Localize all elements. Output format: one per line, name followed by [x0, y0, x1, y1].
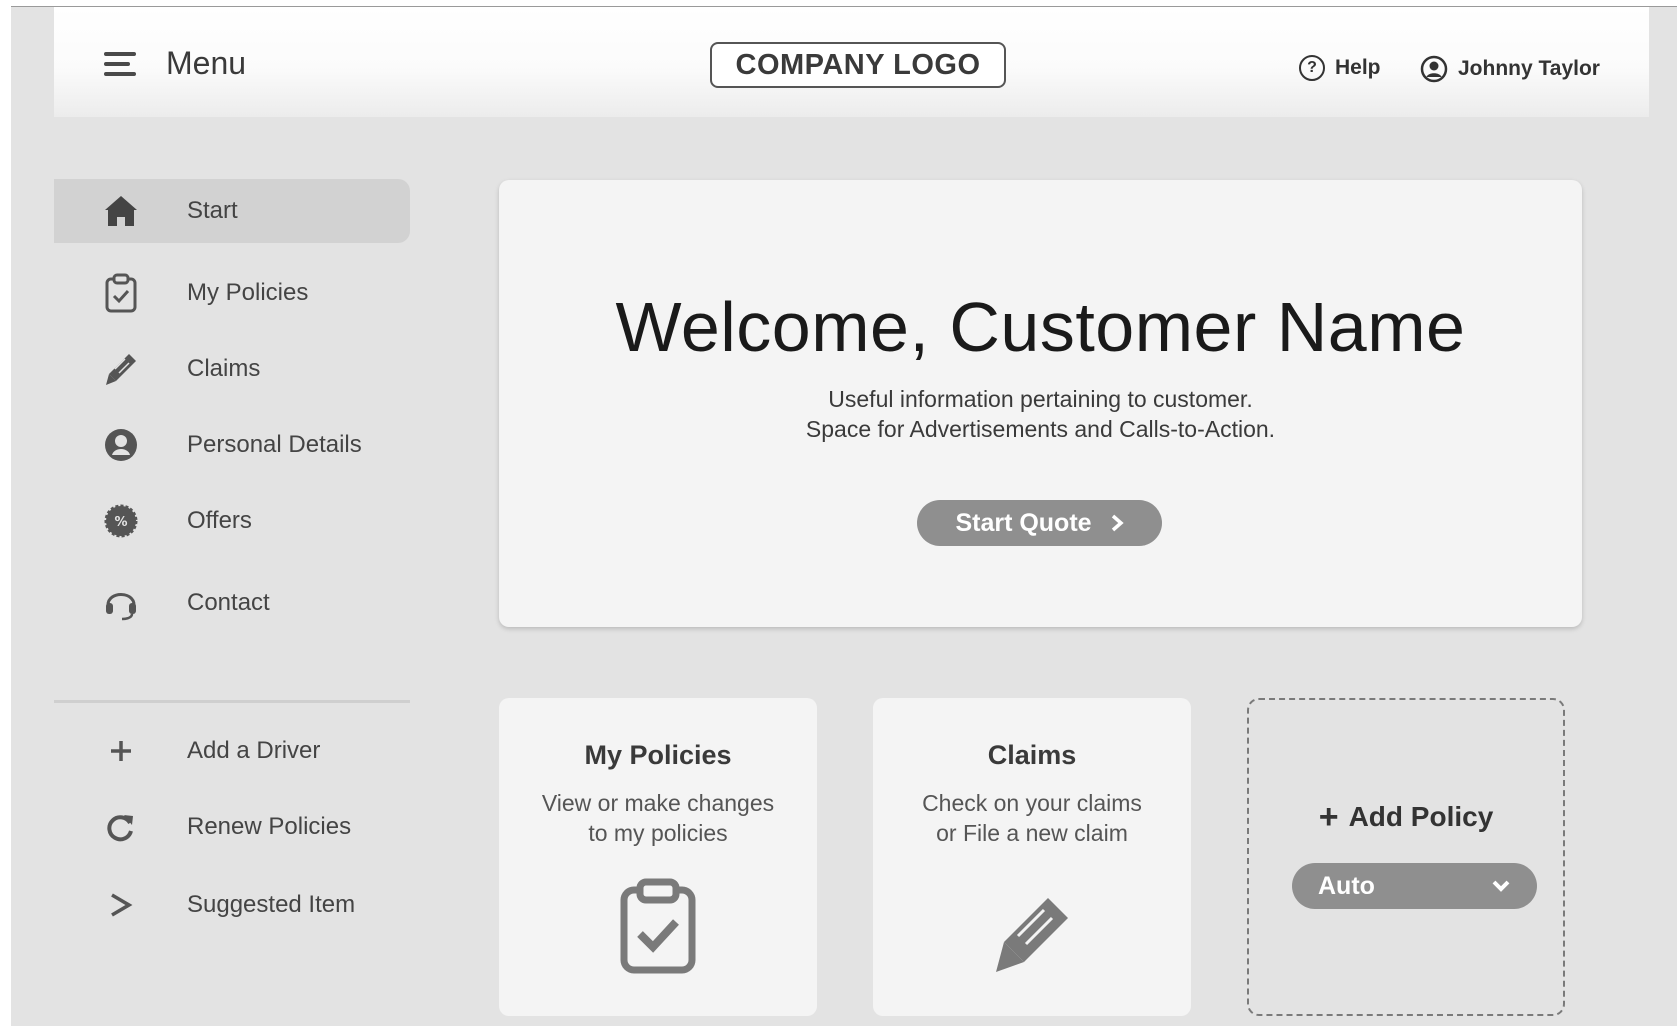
company-logo[interactable]: COMPANY LOGO [710, 42, 1006, 88]
pencil-icon [101, 349, 141, 389]
sidebar-item-label: Offers [187, 507, 252, 534]
welcome-card: Welcome, Customer Name Useful informatio… [499, 180, 1582, 627]
welcome-info-line: Useful information pertaining to custome… [828, 386, 1253, 412]
sidebar-item-contact[interactable]: Contact [54, 571, 410, 635]
menu-button[interactable]: Menu [104, 45, 246, 82]
chevron-down-icon [1492, 880, 1510, 892]
start-quote-label: Start Quote [955, 508, 1092, 537]
claims-card[interactable]: Claims Check on your claims or File a ne… [873, 698, 1191, 1016]
start-quote-button[interactable]: Start Quote [917, 500, 1162, 546]
menu-label: Menu [166, 45, 247, 81]
person-circle-icon [101, 425, 141, 465]
my-policies-card[interactable]: My Policies View or make changes to my p… [499, 698, 817, 1016]
sidebar-item-label: My Policies [187, 279, 309, 306]
add-policy-label: Add Policy [1348, 801, 1494, 832]
card-subtitle: to my policies [588, 820, 728, 846]
sidebar-item-personal-details[interactable]: Personal Details [54, 413, 410, 477]
clipboard-check-icon [499, 878, 817, 974]
user-menu[interactable]: Johnny Taylor [1420, 55, 1600, 83]
add-policy-card: + Add Policy Auto [1247, 698, 1565, 1016]
help-label: Help [1335, 56, 1381, 79]
sidebar-item-label: Contact [187, 589, 270, 616]
pencil-icon [873, 894, 1191, 974]
policy-type-select[interactable]: Auto [1292, 863, 1537, 909]
chevron-right-icon [1111, 514, 1124, 532]
question-icon: ? [1299, 55, 1325, 81]
sidebar-item-label: Add a Driver [187, 737, 321, 764]
help-link[interactable]: ? Help [1299, 55, 1381, 81]
sidebar-item-suggested[interactable]: Suggested Item [54, 873, 410, 937]
plus-icon [101, 731, 141, 771]
card-title: Claims [987, 740, 1077, 770]
card-subtitle: or File a new claim [936, 820, 1128, 846]
card-subtitle: View or make changes [541, 790, 775, 816]
hamburger-icon [104, 51, 136, 76]
sidebar-item-label: Suggested Item [187, 891, 356, 918]
sidebar-item-label: Personal Details [187, 431, 362, 458]
user-name: Johnny Taylor [1458, 57, 1600, 80]
welcome-ad-line: Space for Advertisements and Calls-to-Ac… [805, 416, 1276, 442]
percent-badge-icon: % [101, 501, 141, 541]
sidebar-divider [54, 700, 410, 703]
app-frame: Menu COMPANY LOGO ? Help Johnny Taylor S… [11, 6, 1677, 1026]
add-policy-button[interactable]: + Add Policy [1249, 800, 1563, 834]
top-header: Menu COMPANY LOGO ? Help Johnny Taylor [54, 7, 1649, 117]
svg-text:%: % [114, 515, 127, 530]
plus-icon: + [1318, 798, 1339, 836]
policy-type-value: Auto [1318, 871, 1375, 900]
chevron-right-icon [101, 885, 141, 925]
sidebar-item-offers[interactable]: % Offers [54, 489, 410, 553]
sidebar-item-add-driver[interactable]: Add a Driver [54, 719, 410, 783]
card-subtitle: Check on your claims [922, 790, 1142, 816]
sidebar-item-label: Claims [187, 355, 261, 382]
sidebar-item-renew-policies[interactable]: Renew Policies [54, 795, 410, 859]
user-circle-icon [1420, 55, 1448, 83]
clipboard-check-icon [101, 273, 141, 313]
home-icon [101, 191, 141, 231]
sidebar-item-label: Renew Policies [187, 813, 352, 840]
welcome-title: Welcome, Customer Name [615, 288, 1466, 366]
sidebar-item-start[interactable]: Start [54, 179, 410, 243]
refresh-icon [101, 807, 141, 847]
sidebar-item-label: Start [187, 197, 238, 224]
card-title: My Policies [584, 740, 732, 770]
sidebar-item-my-policies[interactable]: My Policies [54, 261, 410, 325]
sidebar-item-claims[interactable]: Claims [54, 337, 410, 401]
headset-icon [101, 583, 141, 623]
